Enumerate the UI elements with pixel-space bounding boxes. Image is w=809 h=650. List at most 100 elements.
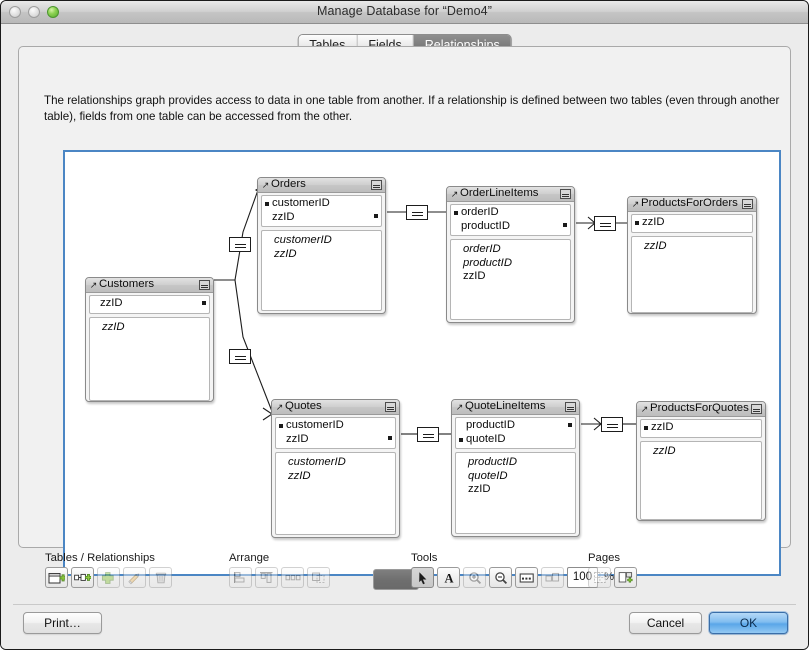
field-item[interactable]: productID [455, 257, 568, 271]
relationship-anchor[interactable] [388, 436, 392, 440]
resize-to-fit-icon[interactable] [307, 567, 330, 588]
duplicate-icon[interactable] [97, 567, 120, 588]
to-header-productsfororders[interactable]: ↗ ProductsForOrders [628, 197, 756, 212]
relationship-operator-orderlineitems-productsfororders[interactable] [594, 216, 616, 231]
add-relationship-icon[interactable] [71, 567, 94, 588]
field-item[interactable]: zzID [280, 470, 393, 484]
collapse-icon[interactable] [385, 402, 396, 412]
table-occurrence-quotes[interactable]: ↗ Quotes customerID zzID customerID zzID [271, 399, 400, 538]
zoom-in-icon[interactable] [463, 567, 486, 588]
toolbar-group-tools: Tools A 100 % [411, 552, 614, 588]
relationship-operator-customers-orders[interactable] [229, 237, 251, 252]
field-item[interactable]: orderID [455, 243, 568, 257]
field-item[interactable]: customerID [280, 456, 393, 470]
edit-pencil-icon[interactable] [123, 567, 146, 588]
collapse-icon[interactable] [742, 199, 753, 209]
key-bullet-icon [635, 221, 639, 225]
key-field[interactable]: zzID [278, 433, 393, 447]
to-header-orders[interactable]: ↗ Orders [258, 178, 385, 193]
align-left-icon[interactable] [229, 567, 252, 588]
field-item[interactable]: zzID [266, 248, 379, 262]
table-occurrence-productsfororders[interactable]: ↗ ProductsForOrders zzID zzID [627, 196, 757, 314]
print-button[interactable]: Print… [23, 612, 102, 634]
key-field[interactable]: productID [458, 419, 573, 433]
panel-description: The relationships graph provides access … [44, 94, 780, 123]
collapse-icon[interactable] [560, 189, 571, 199]
to-fieldlist-quotes: customerID zzID [275, 452, 396, 535]
to-keyfields-orders: customerID zzID [261, 195, 382, 227]
to-fieldlist-quotelineitems: productID quoteID zzID [455, 452, 576, 534]
to-fieldlist-orders: customerID zzID [261, 230, 382, 311]
key-field[interactable]: productID [453, 220, 568, 234]
fit-window-icon[interactable] [541, 567, 564, 588]
table-occurrence-productsforquotes[interactable]: ↗ ProductsForQuotes zzID zzID [636, 401, 766, 521]
relationship-operator-quotelineitems-productsforquotes[interactable] [601, 417, 623, 432]
relationship-anchor[interactable] [202, 301, 206, 305]
to-fieldlist-productsforquotes: zzID [640, 440, 762, 520]
to-fieldlist-orderlineitems: orderID productID zzID [450, 239, 571, 320]
key-field[interactable]: zzID [264, 211, 379, 225]
to-header-quotes[interactable]: ↗ Quotes [272, 400, 399, 415]
source-arrow-icon: ↗ [640, 403, 649, 414]
cancel-button[interactable]: Cancel [629, 612, 702, 634]
relationship-operator-orders-orderlineitems[interactable] [406, 205, 428, 220]
to-header-customers[interactable]: ↗ Customers [86, 278, 213, 293]
add-table-icon[interactable] [45, 567, 68, 588]
field-item[interactable]: zzID [636, 240, 750, 254]
table-occurrence-orderlineitems[interactable]: ↗ OrderLineItems orderID productID order… [446, 186, 575, 323]
page-breaks-icon[interactable] [588, 567, 611, 588]
field-item[interactable]: zzID [460, 483, 573, 497]
field-item[interactable]: zzID [455, 270, 568, 284]
key-bullet-icon [265, 202, 269, 206]
to-keyfields-quotelineitems: productID quoteID [455, 417, 576, 449]
text-tool-icon[interactable]: A [437, 567, 460, 588]
table-occurrence-quotelineitems[interactable]: ↗ QuoteLineItems productID quoteID produ… [451, 399, 580, 537]
key-field[interactable]: zzID [92, 297, 207, 311]
to-keyfields-customers: zzID [89, 295, 210, 314]
to-fieldlist-productsfororders: zzID [631, 235, 753, 313]
key-field[interactable]: orderID [453, 206, 568, 220]
collapse-icon[interactable] [565, 402, 576, 412]
manage-database-window: Manage Database for “Demo4” Tables Field… [0, 0, 809, 650]
key-field[interactable]: customerID [278, 419, 393, 433]
field-item[interactable]: productID [460, 456, 573, 470]
key-field[interactable]: zzID [643, 421, 759, 435]
to-header-quotelineitems[interactable]: ↗ QuoteLineItems [452, 400, 579, 415]
selection-tool-icon[interactable] [515, 567, 538, 588]
ok-button[interactable]: OK [709, 612, 788, 634]
field-item[interactable]: quoteID [460, 470, 573, 484]
source-arrow-icon: ↗ [455, 401, 464, 412]
relationship-anchor[interactable] [374, 214, 378, 218]
toolbar-group-pages: Pages [588, 552, 637, 588]
relationship-operator-quotes-quotelineitems[interactable] [417, 427, 439, 442]
table-occurrence-customers[interactable]: ↗ Customers zzID zzID [85, 277, 214, 402]
dialog-body: Tables Fields Relationships The relation… [1, 24, 808, 649]
collapse-icon[interactable] [199, 280, 210, 290]
collapse-icon[interactable] [371, 180, 382, 190]
field-item[interactable]: zzID [645, 445, 759, 459]
key-field[interactable]: zzID [634, 216, 750, 230]
field-item[interactable]: zzID [94, 321, 207, 335]
key-field[interactable]: customerID [264, 197, 379, 211]
to-header-orderlineitems[interactable]: ↗ OrderLineItems [447, 187, 574, 202]
align-top-icon[interactable] [255, 567, 278, 588]
arrow-pointer-icon[interactable] [411, 567, 434, 588]
to-title-quotes: Quotes [285, 401, 322, 413]
page-setup-icon[interactable] [614, 567, 637, 588]
to-keyfields-productsforquotes: zzID [640, 419, 762, 438]
zoom-out-icon[interactable] [489, 567, 512, 588]
key-field[interactable]: quoteID [458, 433, 573, 447]
source-arrow-icon: ↗ [450, 188, 459, 199]
field-item[interactable]: customerID [266, 234, 379, 248]
relationship-operator-customers-quotes[interactable] [229, 349, 251, 364]
distribute-icon[interactable] [281, 567, 304, 588]
table-occurrence-orders[interactable]: ↗ Orders customerID zzID customerID zzID [257, 177, 386, 314]
to-header-productsforquotes[interactable]: ↗ ProductsForQuotes [637, 402, 765, 417]
relationships-panel: The relationships graph provides access … [18, 46, 791, 576]
to-title-orderlineitems: OrderLineItems [460, 188, 539, 200]
collapse-icon[interactable] [751, 404, 762, 414]
relationships-graph-canvas[interactable]: ↗ Customers zzID zzID ↗ Orders customerI… [63, 150, 781, 576]
relationship-anchor[interactable] [563, 223, 567, 227]
delete-trash-icon[interactable] [149, 567, 172, 588]
relationship-anchor[interactable] [568, 423, 572, 427]
